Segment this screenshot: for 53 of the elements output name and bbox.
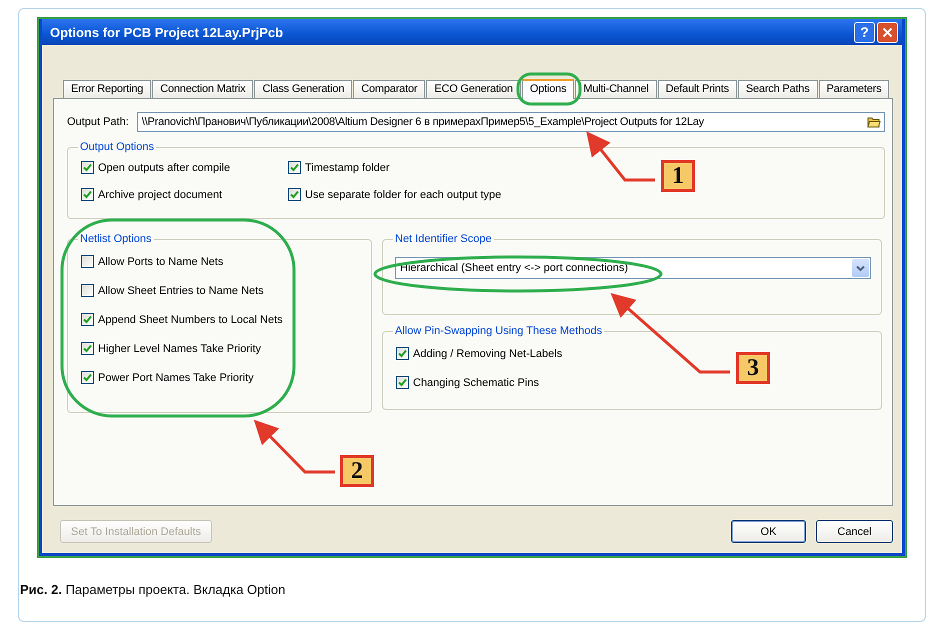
tab[interactable]: ECO Generation <box>426 80 521 98</box>
callout-arrow <box>586 131 655 182</box>
checkbox-label[interactable]: Higher Level Names Take Priority <box>98 342 262 354</box>
cancel-button[interactable]: Cancel <box>816 520 893 543</box>
callout-number: 1 <box>661 160 695 192</box>
tab[interactable]: Multi-Channel <box>575 80 657 98</box>
group-title: Output Options <box>79 141 155 153</box>
checkbox-label[interactable]: Power Port Names Take Priority <box>98 372 254 384</box>
checkbox[interactable] <box>288 188 301 201</box>
tab[interactable]: Class Generation <box>254 80 352 98</box>
checkbox-label[interactable]: Changing Schematic Pins <box>413 376 539 388</box>
checkbox[interactable] <box>81 342 94 355</box>
checkbox-label[interactable]: Open outputs after compile <box>98 162 230 174</box>
help-button[interactable]: ? <box>854 22 875 42</box>
window-title: Options for PCB Project 12Lay.PrjPcb <box>50 24 284 40</box>
folder-icon[interactable] <box>867 116 881 128</box>
close-button[interactable] <box>877 22 898 42</box>
scope-dropdown[interactable]: Hierarchical (Sheet entry <-> port connections) <box>395 257 871 279</box>
chevron-down-icon[interactable] <box>852 259 869 277</box>
field-label: Output Path: <box>67 116 129 128</box>
checkbox[interactable] <box>81 188 94 201</box>
checkbox[interactable] <box>81 371 94 384</box>
checkbox[interactable] <box>81 161 94 174</box>
checkbox[interactable] <box>81 313 94 326</box>
ok-button[interactable]: OK <box>731 520 806 543</box>
checkbox[interactable] <box>288 161 301 174</box>
checkbox[interactable] <box>396 376 409 389</box>
checkbox-label[interactable]: Timestamp folder <box>305 162 390 174</box>
callout-number: 3 <box>736 352 770 384</box>
tab[interactable]: Options <box>522 79 574 99</box>
path-field[interactable]: \\Pranovich\Пранович\Публикации\2008\Altium Designer 6 в примерахПример5\5_Example\Project Outputs for 12Lay <box>136 112 885 132</box>
checkbox-label[interactable]: Archive project document <box>98 188 222 200</box>
group-title: Net Identifier Scope <box>394 233 493 245</box>
checkbox[interactable] <box>396 347 409 360</box>
checkbox[interactable] <box>81 284 94 297</box>
checkbox-label[interactable]: Adding / Removing Net-Labels <box>413 348 562 360</box>
group-title: Netlist Options <box>79 233 153 245</box>
group-title: Allow Pin-Swapping Using These Methods <box>394 325 604 337</box>
highlight-outline <box>516 72 582 106</box>
tab[interactable]: Parameters <box>818 80 890 98</box>
tab[interactable]: Default Prints <box>658 80 737 98</box>
figure-caption: Рис. 2. Параметры проекта. Вкладка Option <box>20 582 286 597</box>
tab[interactable]: Comparator <box>353 80 426 98</box>
tab[interactable]: Connection Matrix <box>152 80 254 98</box>
tab[interactable]: Search Paths <box>738 80 818 98</box>
close-icon[interactable] <box>882 26 893 38</box>
callout-number: 2 <box>340 455 374 487</box>
checkbox[interactable] <box>81 255 94 268</box>
checkbox-label[interactable]: Append Sheet Numbers to Local Nets <box>98 314 283 326</box>
checkbox-label[interactable]: Allow Sheet Entries to Name Nets <box>98 284 264 296</box>
tab[interactable]: Error Reporting <box>63 80 152 98</box>
checkbox-label[interactable]: Use separate folder for each output type <box>305 188 502 200</box>
checkbox-label[interactable]: Allow Ports to Name Nets <box>98 256 224 268</box>
